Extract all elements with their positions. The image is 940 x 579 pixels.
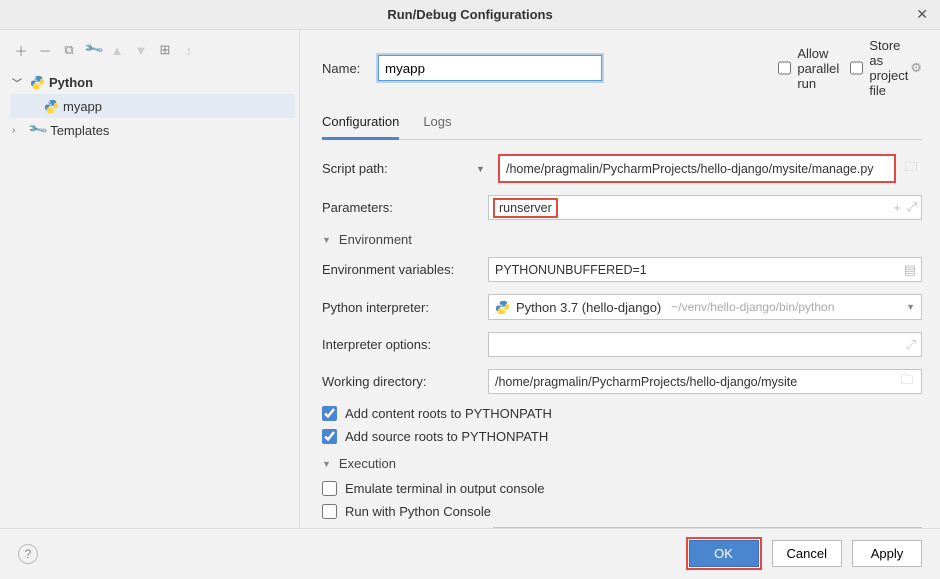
source-roots-checkbox[interactable] [322, 429, 337, 444]
parameters-input[interactable]: runserver + ⤢ [488, 195, 922, 220]
interp-opts-input[interactable] [488, 332, 922, 357]
tree-label-templates: Templates [50, 123, 109, 138]
titlebar: Run/Debug Configurations ✕ [0, 0, 940, 30]
redirect-input-field [493, 527, 922, 528]
chevron-down-icon: ▼ [322, 459, 331, 469]
store-file-checkbox[interactable] [850, 61, 863, 75]
run-console-checkbox[interactable] [322, 504, 337, 519]
param-highlight: runserver [493, 198, 558, 218]
python-icon [495, 300, 510, 315]
interpreter-label: Python interpreter: [322, 300, 488, 315]
chevron-down-icon[interactable]: ▼ [476, 164, 488, 174]
python-icon [44, 99, 59, 114]
script-path-label: Script path: [322, 161, 476, 176]
execution-header[interactable]: ▼ Execution [322, 456, 922, 471]
chevron-down-icon: ▼ [322, 235, 331, 245]
left-panel: ＋ － ⧉ 🔧 ▲ ▼ ⊞ ↕ ﹀ Python myapp › 🔧 Templ… [0, 30, 300, 528]
close-icon[interactable]: ✕ [916, 6, 928, 23]
workdir-label: Working directory: [322, 374, 488, 389]
apply-button[interactable]: Apply [852, 540, 922, 567]
add-icon[interactable]: ＋ [14, 41, 28, 60]
wrench-icon: 🔧 [30, 122, 46, 138]
content-roots-label: Add content roots to PYTHONPATH [345, 406, 552, 421]
name-highlight [376, 53, 604, 83]
content-roots-checkbox[interactable] [322, 406, 337, 421]
workdir-input[interactable] [488, 369, 922, 394]
right-panel: Name: Allow parallel run Store as projec… [300, 30, 940, 528]
browse-icon[interactable]: 🗀 [900, 158, 922, 180]
chevron-down-icon: ▼ [906, 302, 915, 312]
down-icon[interactable]: ▼ [134, 43, 148, 58]
window-title: Run/Debug Configurations [387, 7, 552, 22]
expand-icon[interactable]: ⤢ [907, 200, 917, 215]
tree-label-myapp: myapp [63, 99, 102, 114]
wrench-icon[interactable]: 🔧 [86, 42, 100, 58]
python-icon [30, 75, 45, 90]
plus-icon[interactable]: + [894, 201, 901, 215]
env-vars-label: Environment variables: [322, 262, 488, 277]
copy-icon[interactable]: ⧉ [62, 42, 76, 58]
tab-logs[interactable]: Logs [423, 108, 451, 139]
config-tree: ﹀ Python myapp › 🔧 Templates [10, 70, 295, 142]
help-icon[interactable]: ? [18, 544, 38, 564]
chevron-down-icon: ﹀ [12, 75, 26, 90]
browse-icon[interactable]: 🗀 [896, 371, 918, 393]
content-area: ＋ － ⧉ 🔧 ▲ ▼ ⊞ ↕ ﹀ Python myapp › 🔧 Templ… [0, 30, 940, 528]
sort-icon[interactable]: ↕ [182, 43, 196, 58]
cancel-button[interactable]: Cancel [772, 540, 842, 567]
emulate-term-label: Emulate terminal in output console [345, 481, 544, 496]
env-vars-input[interactable] [488, 257, 922, 282]
script-path-input[interactable] [500, 156, 894, 181]
up-icon[interactable]: ▲ [110, 43, 124, 58]
interpreter-select[interactable]: Python 3.7 (hello-django) ~/venv/hello-d… [488, 294, 922, 320]
remove-icon[interactable]: － [38, 41, 52, 60]
tree-node-python[interactable]: ﹀ Python [10, 70, 295, 94]
interp-opts-label: Interpreter options: [322, 337, 488, 352]
ok-highlight: OK [686, 537, 762, 570]
tree-node-myapp[interactable]: myapp [10, 94, 295, 118]
tree-label-python: Python [49, 75, 93, 90]
name-input[interactable] [378, 55, 602, 81]
environment-header[interactable]: ▼ Environment [322, 232, 922, 247]
allow-parallel-checkbox[interactable] [778, 61, 791, 75]
folder-icon[interactable]: ⊞ [158, 42, 172, 58]
list-icon[interactable]: ▤ [904, 262, 916, 278]
run-console-label: Run with Python Console [345, 504, 491, 519]
footer: ? OK Cancel Apply [0, 528, 940, 578]
config-toolbar: ＋ － ⧉ 🔧 ▲ ▼ ⊞ ↕ [10, 36, 295, 64]
allow-parallel-check[interactable]: Allow parallel run [778, 46, 832, 91]
ok-button[interactable]: OK [689, 540, 759, 567]
expand-icon[interactable]: ⤢ [906, 337, 916, 353]
source-roots-label: Add source roots to PYTHONPATH [345, 429, 548, 444]
script-highlight [498, 154, 896, 183]
tab-configuration[interactable]: Configuration [322, 108, 399, 140]
tabs: Configuration Logs [322, 108, 922, 140]
parameters-label: Parameters: [322, 200, 488, 215]
tree-node-templates[interactable]: › 🔧 Templates [10, 118, 295, 142]
store-file-check[interactable]: Store as project file [850, 38, 904, 98]
gear-icon[interactable]: ⚙ [910, 60, 922, 76]
emulate-term-checkbox[interactable] [322, 481, 337, 496]
name-label: Name: [322, 61, 376, 76]
chevron-right-icon: › [12, 125, 26, 136]
